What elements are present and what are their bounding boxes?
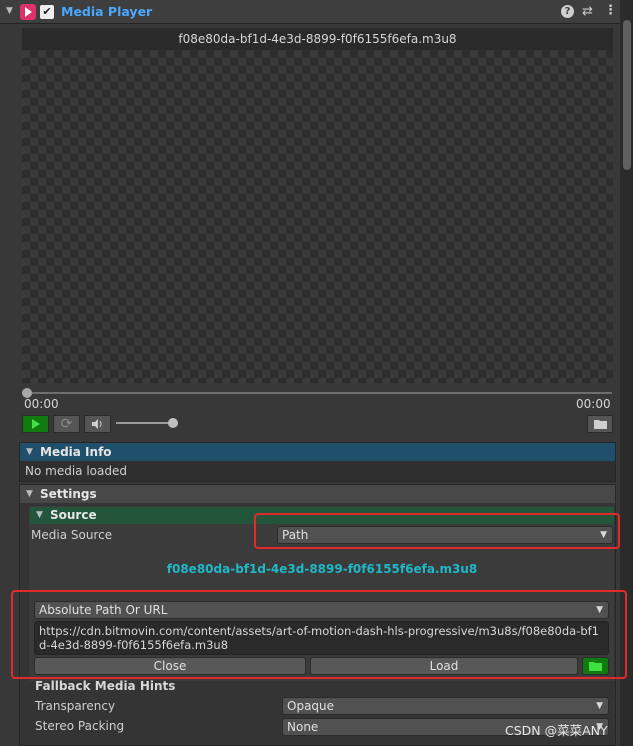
foldout-arrow-icon[interactable]: ▼ bbox=[6, 6, 13, 16]
path-type-value: Absolute Path Or URL bbox=[39, 603, 168, 617]
component-header: ▼ ✔ Media Player ? ⇄ ⋮ bbox=[0, 0, 620, 24]
settings-header[interactable]: ▼ Settings bbox=[20, 485, 615, 503]
transparency-label: Transparency bbox=[35, 699, 116, 713]
folder-icon bbox=[593, 420, 607, 429]
duration-time: 00:00 bbox=[576, 397, 611, 411]
seek-bar[interactable] bbox=[26, 392, 612, 394]
stereo-packing-label: Stereo Packing bbox=[35, 719, 125, 733]
transparency-dropdown[interactable]: Opaque ▼ bbox=[282, 697, 609, 715]
open-folder-button[interactable] bbox=[587, 415, 613, 433]
path-type-dropdown[interactable]: Absolute Path Or URL ▼ bbox=[34, 601, 609, 619]
settings-title: Settings bbox=[40, 487, 97, 501]
volume-slider[interactable] bbox=[116, 422, 174, 424]
media-player-logo-icon bbox=[20, 4, 36, 20]
media-info-title: Media Info bbox=[40, 445, 112, 459]
enabled-checkbox[interactable]: ✔ bbox=[40, 5, 54, 19]
preview-filename: f08e80da-bf1d-4e3d-8899-f0f6155f6efa.m3u… bbox=[22, 28, 613, 50]
foldout-arrow-icon: ▼ bbox=[26, 447, 33, 457]
media-source-label: Media Source bbox=[31, 528, 113, 542]
path-display: f08e80da-bf1d-4e3d-8899-f0f6155f6efa.m3u… bbox=[166, 562, 478, 576]
play-icon bbox=[31, 419, 40, 429]
more-options-icon[interactable]: ⋮ bbox=[604, 3, 617, 18]
browse-folder-button[interactable] bbox=[582, 657, 609, 675]
load-button[interactable]: Load bbox=[310, 657, 578, 675]
help-icon[interactable]: ? bbox=[561, 5, 574, 18]
loop-icon: ⟳ bbox=[60, 416, 73, 432]
media-status: No media loaded bbox=[25, 464, 127, 478]
media-info-header[interactable]: ▼ Media Info bbox=[20, 443, 615, 461]
volume-handle[interactable] bbox=[168, 418, 178, 428]
play-button[interactable] bbox=[22, 415, 49, 433]
preset-settings-icon[interactable]: ⇄ bbox=[582, 4, 593, 19]
url-text: https://cdn.bitmovin.com/content/assets/… bbox=[39, 624, 600, 652]
loop-button[interactable]: ⟳ bbox=[53, 415, 80, 433]
component-title: Media Player bbox=[61, 4, 153, 19]
url-text-field[interactable]: https://cdn.bitmovin.com/content/assets/… bbox=[34, 621, 609, 655]
fallback-title: Fallback Media Hints bbox=[35, 679, 176, 693]
scrollbar-thumb[interactable] bbox=[623, 20, 631, 170]
video-preview bbox=[22, 50, 613, 383]
foldout-arrow-icon: ▼ bbox=[26, 489, 33, 499]
mute-button[interactable] bbox=[84, 415, 111, 433]
source-title: Source bbox=[50, 508, 97, 522]
dropdown-arrow-icon: ▼ bbox=[600, 530, 607, 540]
transparency-value: Opaque bbox=[287, 699, 335, 713]
speaker-icon bbox=[91, 419, 101, 429]
foldout-arrow-icon: ▼ bbox=[36, 510, 43, 520]
current-time: 00:00 bbox=[24, 397, 59, 411]
media-source-dropdown[interactable]: Path ▼ bbox=[277, 526, 613, 544]
stereo-packing-value: None bbox=[287, 720, 319, 734]
close-button[interactable]: Close bbox=[34, 657, 306, 675]
dropdown-arrow-icon: ▼ bbox=[596, 701, 603, 711]
dropdown-arrow-icon: ▼ bbox=[596, 605, 603, 615]
media-source-value: Path bbox=[282, 528, 309, 542]
watermark: CSDN @菜菜ANY bbox=[505, 723, 608, 738]
folder-icon bbox=[589, 662, 602, 671]
